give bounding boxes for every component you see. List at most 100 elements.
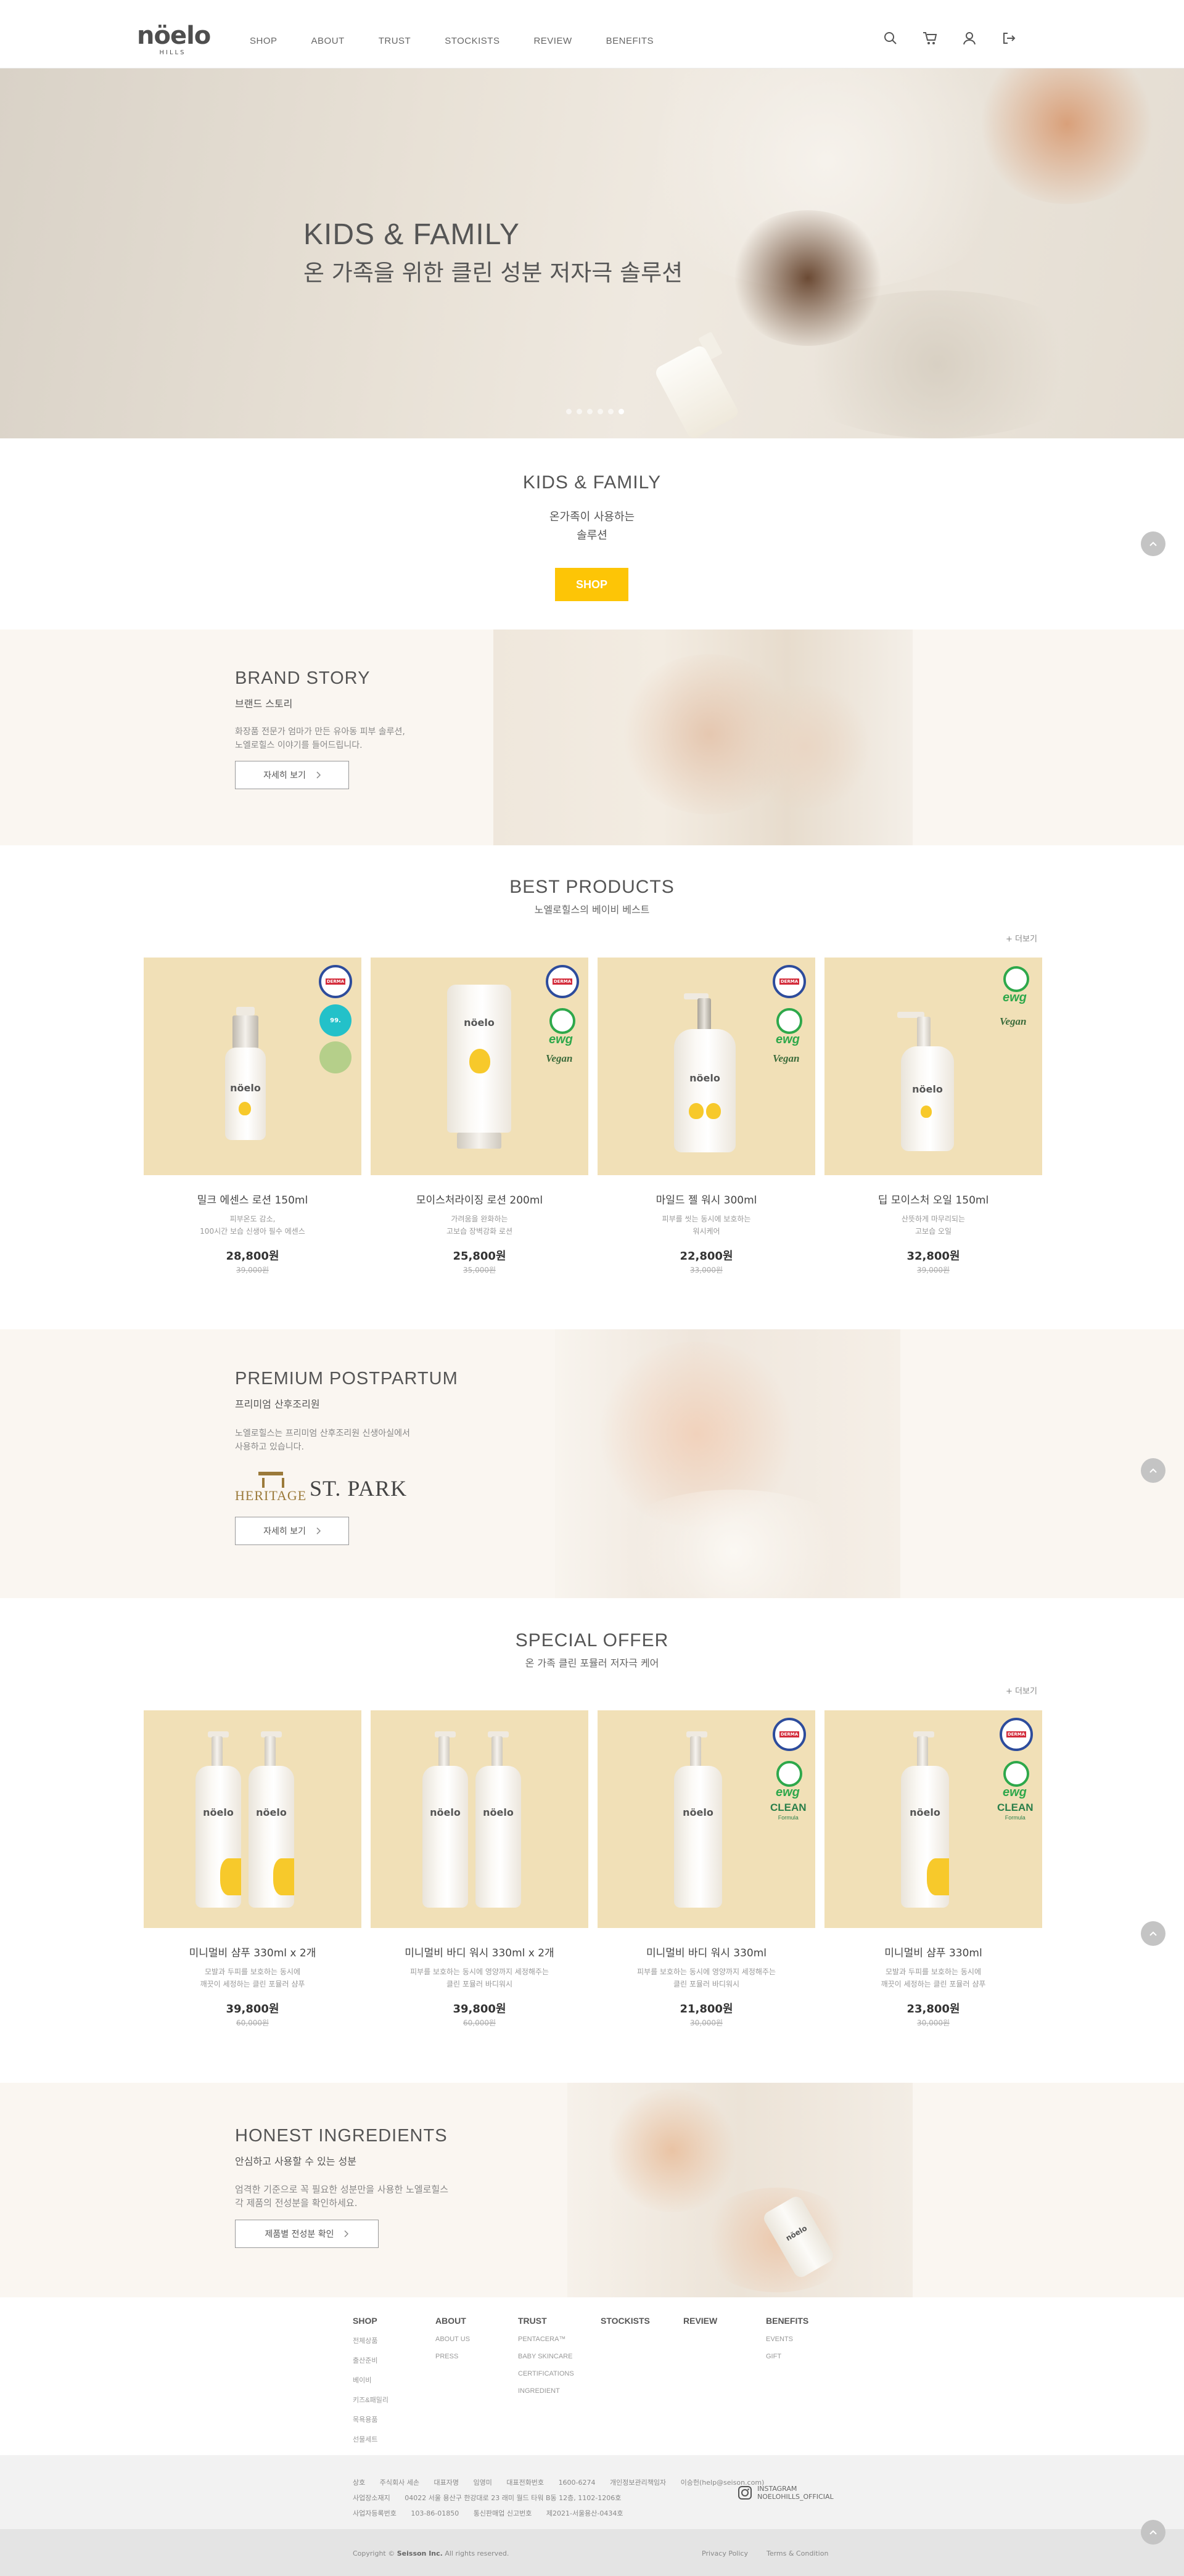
product-card[interactable]: nöelo DERMA ewg Vegan 마일드 젤 워시 300ml 피부를… <box>598 958 815 1275</box>
nav-trust[interactable]: TRUST <box>379 36 411 46</box>
clean-formula-badge: CLEAN Formula <box>997 1802 1034 1823</box>
footer-link[interactable]: 전체상품 <box>353 2336 435 2345</box>
product-card[interactable]: nöelo DERMA ewg Vegan 모이스처라이징 로션 200ml 가… <box>371 958 588 1275</box>
scroll-top-button[interactable] <box>1141 2520 1166 2545</box>
site-header: nöelo HILLS SHOP ABOUT TRUST STOCKISTS R… <box>0 0 1184 68</box>
product-card[interactable]: nöelo nöelo 미니멀비 샴푸 330ml x 2개 모발과 두피를 보… <box>144 1710 361 2028</box>
nav-about[interactable]: ABOUT <box>311 36 345 46</box>
product-card[interactable]: nöelo nöelo 미니멀비 바디 워시 330ml x 2개 피부를 보호… <box>371 1710 588 2028</box>
footer-head-benefits[interactable]: BENEFITS <box>766 2316 849 2326</box>
hero-dot[interactable] <box>598 409 603 414</box>
product-bottle: nöelo <box>674 1029 736 1152</box>
hero-dot[interactable] <box>608 409 614 414</box>
footer-link[interactable]: 베이비 <box>353 2375 435 2385</box>
nav-stockists[interactable]: STOCKISTS <box>445 36 500 46</box>
product-bottle: nöelo <box>674 1766 722 1908</box>
chevron-right-icon <box>344 2230 349 2238</box>
copyright-brand: Seisson Inc. <box>397 2549 443 2558</box>
footer-link[interactable]: ABOUT US <box>435 2336 518 2343</box>
formula-text: Formula <box>1005 1815 1026 1821</box>
product-price: 25,800원 <box>453 1250 506 1263</box>
special-more-link[interactable]: + 더보기 <box>1006 1684 1037 1696</box>
ingredients-check-button[interactable]: 제품별 전성분 확인 <box>235 2220 379 2248</box>
footer-head-stockists[interactable]: STOCKISTS <box>601 2316 683 2326</box>
footer-link[interactable]: 키즈&패밀리 <box>353 2395 435 2405</box>
footer-link[interactable]: 목욕용품 <box>353 2414 435 2424</box>
brand-logo[interactable]: nöelo HILLS <box>137 23 211 56</box>
footer-link[interactable]: GIFT <box>766 2353 849 2360</box>
detail-button-label: 자세히 보기 <box>263 1527 306 1536</box>
footer-link[interactable]: PRESS <box>435 2353 518 2360</box>
vegan-text: Vegan <box>1000 1015 1027 1027</box>
product-original-price: 39,000원 <box>236 1266 269 1274</box>
user-icon[interactable] <box>961 30 978 47</box>
scroll-top-button[interactable] <box>1141 1458 1166 1483</box>
footer-link[interactable]: PENTACERA™ <box>518 2336 601 2343</box>
instagram-title: INSTAGRAM <box>757 2485 797 2493</box>
product-image: nöelo nöelo <box>371 1710 588 1928</box>
footer-link[interactable]: CERTIFICATIONS <box>518 2370 601 2377</box>
nav-review[interactable]: REVIEW <box>533 36 572 46</box>
detail-button-label: 자세히 보기 <box>263 771 306 781</box>
footer-link[interactable]: EVENTS <box>766 2336 849 2343</box>
footer-head-review[interactable]: REVIEW <box>683 2316 766 2326</box>
privacy-policy-link[interactable]: Privacy Policy <box>702 2549 748 2558</box>
product-original-price: 35,000원 <box>462 1266 496 1274</box>
search-icon[interactable] <box>882 30 899 47</box>
heritage-emblem-icon <box>258 1472 285 1488</box>
footer-head-shop[interactable]: SHOP <box>353 2316 435 2326</box>
logout-icon[interactable] <box>1000 30 1018 47</box>
product-original-price: 30,000원 <box>689 2019 723 2027</box>
tube-cap <box>457 1133 501 1149</box>
kids-subtitle-line2: 솔루션 <box>577 529 607 542</box>
scroll-top-button[interactable] <box>1141 531 1166 556</box>
hero-dot[interactable] <box>577 409 582 414</box>
instagram-handle: NOELOHILLS_OFFICIAL <box>757 2493 834 2501</box>
terms-link[interactable]: Terms & Condition <box>767 2549 828 2558</box>
product-bottle: nöelo <box>195 1766 241 1908</box>
product-card[interactable]: nöelo DERMA 99. 밀크 에센스 로션 150ml 피부온도 감소,… <box>144 958 361 1275</box>
derma-badge: DERMA <box>1000 1718 1033 1751</box>
brand-story-subtitle: 브랜드 스토리 <box>235 698 293 710</box>
instagram-icon <box>738 2486 752 2500</box>
best-more-link[interactable]: + 더보기 <box>1006 932 1037 944</box>
product-price: 23,800원 <box>906 2003 960 2016</box>
product-bottle: nöelo <box>475 1766 521 1908</box>
product-card[interactable]: nöelo ewg Vegan 딥 모이스처 오일 150ml 산뜻하게 마무리… <box>824 958 1042 1275</box>
derma-badge: DERMA <box>773 965 806 998</box>
footer-link[interactable]: 선물세트 <box>353 2434 435 2444</box>
footer-link[interactable]: BABY SKINCARE <box>518 2353 601 2360</box>
product-card[interactable]: nöelo DERMA ewg CLEAN Formula 미니멀비 샴푸 330… <box>824 1710 1042 2028</box>
nav-benefits[interactable]: BENEFITS <box>606 36 654 46</box>
footer-link[interactable]: 출산준비 <box>353 2355 435 2365</box>
hero-dot[interactable] <box>566 409 572 414</box>
nav-shop[interactable]: SHOP <box>250 36 278 46</box>
ewg-text: ewg <box>776 1786 800 1799</box>
footer-head-about[interactable]: ABOUT <box>435 2316 518 2326</box>
brand-story-detail-button[interactable]: 자세히 보기 <box>235 761 349 789</box>
postpartum-detail-button[interactable]: 자세히 보기 <box>235 1517 349 1545</box>
hero-bottle <box>653 343 741 438</box>
best-products-subtitle: 노엘로힐스의 베이비 베스트 <box>534 904 650 916</box>
product-card[interactable]: nöelo DERMA ewg CLEAN Formula 미니멀비 바디 워시 … <box>598 1710 815 2028</box>
shop-button[interactable]: SHOP <box>555 568 628 601</box>
info-label: 상호 <box>353 2479 366 2487</box>
footer-link[interactable]: INGREDIENT <box>518 2387 601 2395</box>
scroll-top-button[interactable] <box>1141 1921 1166 1946</box>
product-image: nöelo DERMA ewg Vegan <box>598 958 815 1175</box>
ingredients-title: HONEST INGREDIENTS <box>235 2126 448 2146</box>
info-label: 대표전화번호 <box>506 2479 545 2487</box>
product-description: 산뜻하게 마무리되는 고보습 오일 <box>901 1215 966 1236</box>
hero-banner <box>0 68 1184 438</box>
instagram-link[interactable]: INSTAGRAM NOELOHILLS_OFFICIAL <box>738 2485 834 2501</box>
ingredients-description: 엄격한 기준으로 꼭 필요한 성분만을 사용한 노엘로힐스 각 제품의 전성분을… <box>235 2184 449 2209</box>
bottle-cap <box>917 1017 931 1048</box>
copyright-suffix: All rights reserved. <box>445 2549 509 2558</box>
cart-icon[interactable] <box>921 30 939 47</box>
footer-head-trust[interactable]: TRUST <box>518 2316 601 2326</box>
hero-photo-child-hair <box>728 210 888 346</box>
heritage-logo-text: HERITAGE <box>235 1488 307 1503</box>
hero-dot-active[interactable] <box>619 409 624 414</box>
info-value: 1600-6274 <box>558 2479 596 2487</box>
hero-dot[interactable] <box>587 409 593 414</box>
